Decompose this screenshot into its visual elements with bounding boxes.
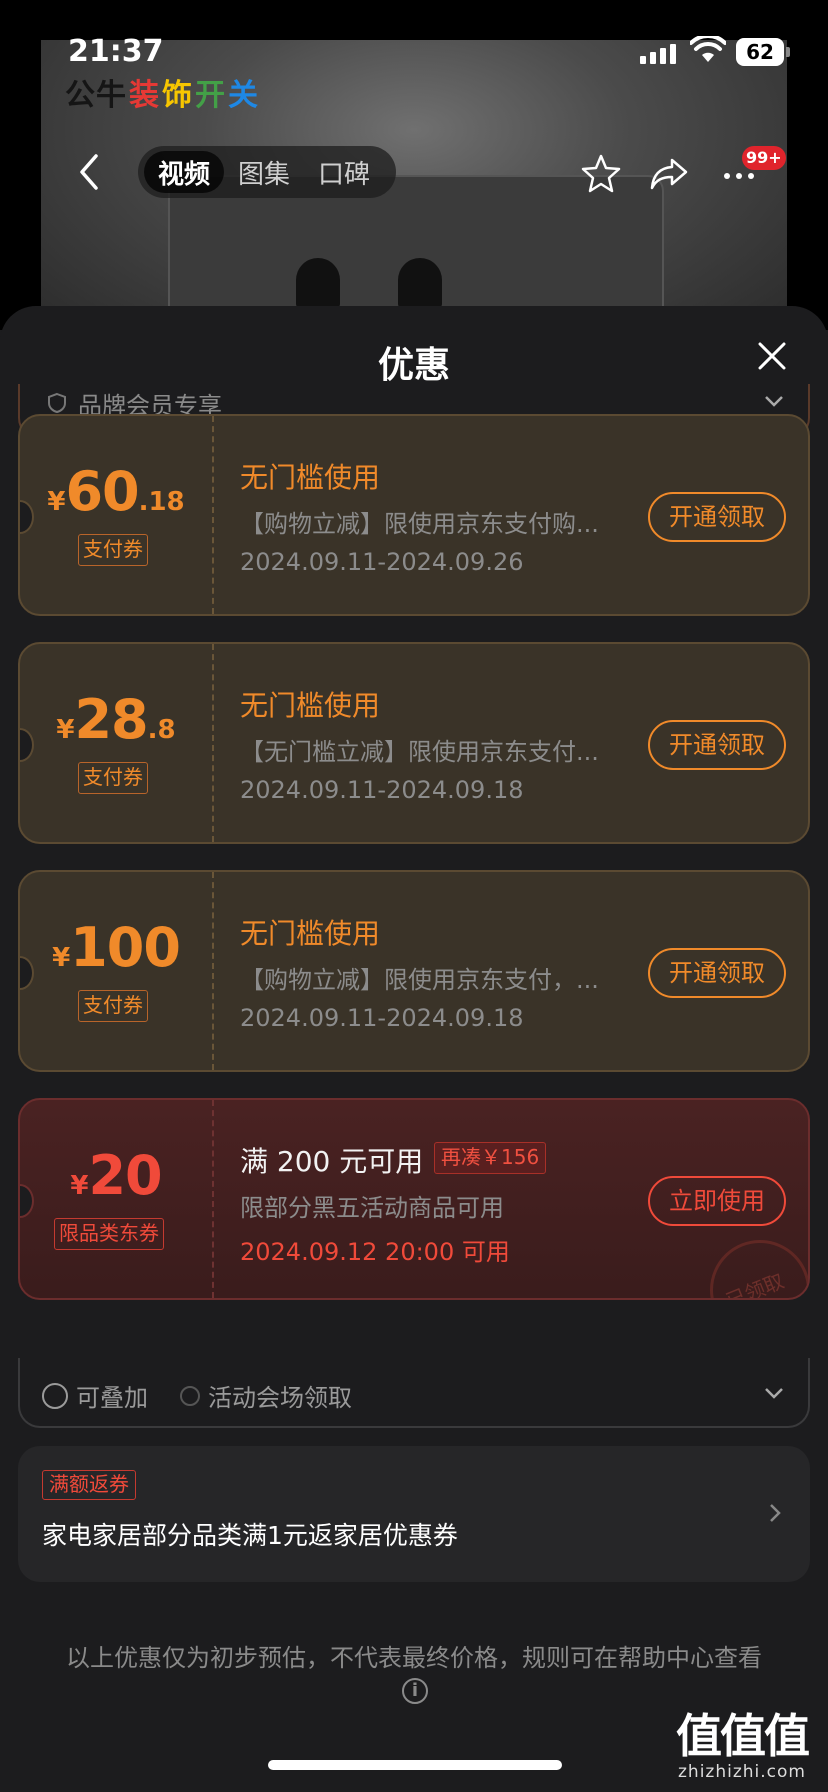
coupon-divider (212, 1100, 214, 1298)
watermark-domain: zhizhizhi.com (678, 1762, 806, 1782)
coupon-type-tag: 限品类东券 (54, 1218, 164, 1250)
remaining-amount-tag: 再凑￥156 (434, 1142, 547, 1174)
coupon-description: 【无门槛立减】限使用京东支付... (240, 738, 599, 766)
claimed-stamp: 已领取 (694, 1224, 808, 1300)
coupon-divider (212, 872, 214, 1070)
coupon-title: 无门槛使用 (240, 689, 381, 722)
currency-symbol: ¥ (52, 943, 71, 973)
rebate-tag: 满额返券 (42, 1470, 136, 1500)
socket-hole-left (296, 258, 340, 308)
currency-symbol: ¥ (70, 1171, 89, 1201)
wifi-icon (690, 36, 726, 62)
venue-icon (180, 1385, 200, 1406)
currency-symbol: ¥ (56, 715, 75, 745)
close-icon[interactable] (752, 336, 792, 376)
coupon-description: 限部分黑五活动商品可用 (240, 1194, 504, 1222)
coupon-validity: 2024.09.11-2024.09.18 (240, 1004, 524, 1032)
star-icon[interactable] (580, 152, 622, 194)
coupon-card[interactable]: ¥28.8 支付券 无门槛使用 【无门槛立减】限使用京东支付... 2024.0… (18, 642, 810, 844)
coupon-description: 【购物立减】限使用京东支付，... (240, 966, 599, 994)
tab-gallery[interactable]: 图集 (224, 151, 304, 193)
claim-button[interactable]: 开通领取 (648, 720, 786, 770)
source-indicator: 活动会场领取 (180, 1378, 352, 1413)
coupon-amount: ¥60.18 (20, 460, 212, 523)
coupon-title: 无门槛使用 (240, 917, 381, 950)
back-icon[interactable] (72, 152, 106, 192)
coupon-type-tag: 支付券 (78, 762, 148, 794)
coupon-type-tag: 支付券 (78, 534, 148, 566)
coupon-divider (212, 416, 214, 614)
status-bar: 21:37 62 (0, 0, 828, 100)
claim-button[interactable]: 开通领取 (648, 948, 786, 998)
claimed-stamp-text: 已领取 (722, 1268, 788, 1300)
sheet-title: 优惠 (377, 345, 450, 386)
coupon-card[interactable]: ¥60.18 支付券 无门槛使用 【购物立减】限使用京东支付购... 2024.… (18, 414, 810, 616)
info-icon[interactable]: i (402, 1678, 428, 1704)
discount-sheet: 优惠 品牌会员专享 ¥60.18 支付券 无门槛使用 【购物立减】限使用京东支付… (0, 306, 828, 1792)
tab-video[interactable]: 视频 (144, 151, 225, 193)
coupon-amount: ¥28.8 (20, 688, 212, 751)
claim-button[interactable]: 开通领取 (648, 492, 786, 542)
amount-integer: 28 (74, 688, 148, 751)
battery-icon: 62 (736, 38, 784, 66)
chevron-down-icon[interactable] (764, 394, 784, 408)
share-icon[interactable] (648, 152, 690, 194)
amount-integer: 20 (88, 1144, 162, 1207)
tab-reviews[interactable]: 口碑 (304, 151, 384, 193)
coupon-validity: 2024.09.11-2024.09.18 (240, 776, 524, 804)
source-label: 活动会场领取 (208, 1384, 352, 1412)
coupon-validity: 2024.09.11-2024.09.26 (240, 548, 524, 576)
rebate-description: 家电家居部分品类满1元返家居优惠券 (42, 1521, 458, 1550)
coupon-amount: ¥100 (20, 916, 212, 979)
chevron-right-icon[interactable] (768, 1502, 782, 1524)
disclaimer-text: 以上优惠仅为初步预估，不代表最终价格，规则可在帮助中心查看 (66, 1644, 762, 1672)
stackable-indicator: 可叠加 (42, 1378, 148, 1413)
product-header: 公牛 装 饰 开 关 21:37 62 视频 图集 口碑 99+ (0, 0, 828, 330)
use-now-button[interactable]: 立即使用 (648, 1176, 786, 1226)
notification-badge: 99+ (742, 146, 786, 170)
watermark-logo: 值值值 (676, 1709, 810, 1763)
coupon-validity: 2024.09.12 20:00 可用 (240, 1238, 510, 1266)
rebate-card[interactable]: 满额返券 家电家居部分品类满1元返家居优惠券 (18, 1446, 810, 1582)
chevron-down-icon[interactable] (764, 1386, 784, 1400)
coupon-description: 【购物立减】限使用京东支付购... (240, 510, 599, 538)
stack-icon (42, 1382, 68, 1409)
jd-coupon-card[interactable]: ¥20 限品类东券 满 200 元可用 再凑￥156 限部分黑五活动商品可用 2… (18, 1098, 810, 1300)
shield-icon (48, 392, 66, 414)
coupon-divider (212, 644, 214, 842)
coupon-info-row[interactable]: 可叠加 活动会场领取 (18, 1358, 810, 1428)
status-time: 21:37 (68, 34, 164, 69)
amount-decimal: .8 (147, 715, 176, 745)
amount-integer: 60 (65, 460, 139, 523)
amount-integer: 100 (70, 916, 181, 979)
stackable-label: 可叠加 (76, 1384, 148, 1412)
watermark: 值值值 zhizhizhi.com (676, 1700, 810, 1782)
coupon-amount: ¥20 (20, 1144, 212, 1207)
coupon-card[interactable]: ¥100 支付券 无门槛使用 【购物立减】限使用京东支付，... 2024.09… (18, 870, 810, 1072)
amount-decimal: .18 (138, 487, 185, 517)
cellular-signal-icon (640, 44, 676, 64)
battery-tip (786, 47, 790, 57)
coupon-title: 无门槛使用 (240, 461, 381, 494)
media-tabs: 视频 图集 口碑 (138, 146, 396, 198)
socket-hole-right (398, 258, 442, 308)
home-indicator[interactable] (268, 1760, 562, 1770)
coupon-title: 满 200 元可用 (240, 1145, 424, 1178)
currency-symbol: ¥ (47, 487, 66, 517)
coupon-type-tag: 支付券 (78, 990, 148, 1022)
